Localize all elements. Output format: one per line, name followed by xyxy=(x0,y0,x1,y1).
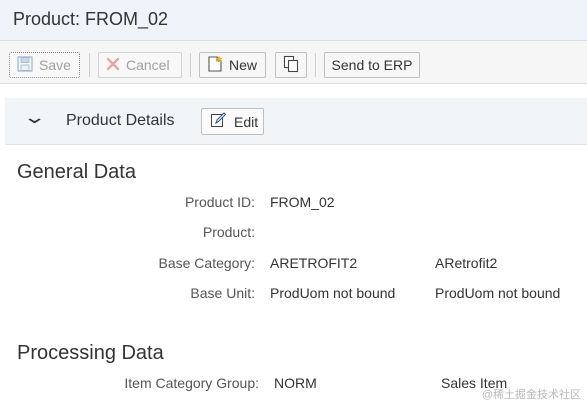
base-unit-value: ProdUom not bound xyxy=(270,285,396,301)
close-icon xyxy=(106,57,120,74)
new-button[interactable]: New xyxy=(199,52,266,78)
watermark: @稀土掘金技术社区 xyxy=(481,389,581,401)
toolbar-separator xyxy=(190,53,191,77)
save-label: Save xyxy=(39,57,71,73)
field-label: Item Category Group: xyxy=(124,375,259,391)
toolbar-separator xyxy=(315,53,316,77)
cancel-label: Cancel xyxy=(126,57,170,73)
base-category-value: ARETROFIT2 xyxy=(270,255,358,271)
product-id-value: FROM_02 xyxy=(270,194,335,210)
item-category-group-value: NORM xyxy=(274,375,317,391)
send-to-erp-label: Send to ERP xyxy=(331,57,413,73)
field-label: Product: xyxy=(202,224,255,240)
new-document-icon xyxy=(207,55,223,76)
general-data-title: General Data xyxy=(17,161,136,183)
cancel-button[interactable]: Cancel xyxy=(98,52,182,78)
copy-icon xyxy=(283,55,299,76)
title-bar: Product: FROM_02 xyxy=(0,0,587,40)
page-title: Product: FROM_02 xyxy=(13,9,169,29)
save-icon xyxy=(17,55,33,75)
field-label: Base Unit: xyxy=(190,285,255,301)
copy-button[interactable] xyxy=(275,52,307,78)
new-label: New xyxy=(229,57,258,73)
edit-icon xyxy=(210,112,227,131)
base-unit-description: ProdUom not bound xyxy=(435,285,561,301)
toolbar-separator xyxy=(89,53,90,77)
field-label: Base Category: xyxy=(158,255,256,271)
processing-data-title: Processing Data xyxy=(17,342,164,364)
edit-button[interactable]: Edit xyxy=(201,108,264,135)
base-category-description: ARetrofit2 xyxy=(435,255,498,271)
edit-label: Edit xyxy=(234,113,259,130)
field-label: Product ID: xyxy=(184,194,255,210)
toolbar: Save Cancel New Send to ERP xyxy=(0,40,587,84)
product-details-header: ⌄ Product Details Edit xyxy=(5,98,587,145)
section-title: Product Details xyxy=(66,112,175,129)
save-button[interactable]: Save xyxy=(9,52,80,78)
chevron-down-icon[interactable]: ⌄ xyxy=(22,107,46,128)
send-to-erp-button[interactable]: Send to ERP xyxy=(324,52,420,78)
